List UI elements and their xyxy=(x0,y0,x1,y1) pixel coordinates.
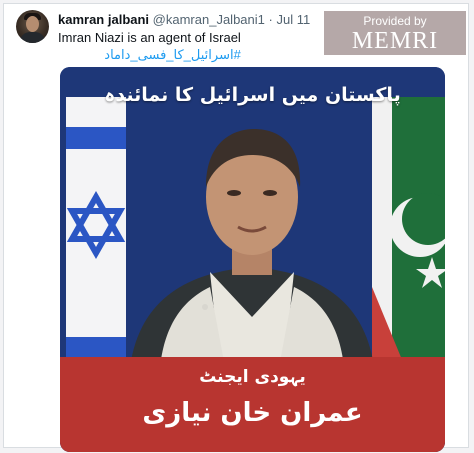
pakistan-flag xyxy=(372,97,445,367)
tweet-date[interactable]: Jul 11 xyxy=(276,12,310,27)
avatar-shirt xyxy=(20,32,45,43)
provided-by-label: Provided by xyxy=(363,14,427,28)
banner-subtitle: یہودی ایجنٹ xyxy=(199,367,306,387)
tweet-card[interactable]: kamran jalbani @kamran_Jalbani1 · Jul 11… xyxy=(3,3,469,452)
tweet-header: kamran jalbani @kamran_Jalbani1 · Jul 11 xyxy=(58,12,310,28)
memri-logo: MEMRI xyxy=(351,28,439,54)
banner-title: عمران خان نیازی xyxy=(142,398,363,428)
display-name[interactable]: kamran jalbani xyxy=(58,12,149,27)
memri-watermark: Provided by MEMRI xyxy=(324,11,466,55)
tweet-media-image[interactable]: پاکستان میں اسرائیل کا نمائندہ یہودی ایج… xyxy=(60,67,445,452)
user-handle[interactable]: @kamran_Jalbani1 xyxy=(153,12,265,27)
avatar[interactable] xyxy=(16,10,49,43)
tweet-text: Imran Niazi is an agent of Israel xyxy=(58,30,241,45)
tweet-body: Imran Niazi is an agent of Israel #اسرائ… xyxy=(58,29,241,63)
bottom-red-banner: یہودی ایجنٹ عمران خان نیازی xyxy=(60,357,445,452)
hashtag-link[interactable]: #اسرائیل_کا_فسی_داماد xyxy=(58,46,241,63)
separator-dot: · xyxy=(268,12,273,27)
israel-flag xyxy=(66,97,126,367)
avatar-face xyxy=(26,16,39,32)
top-urdu-caption: پاکستان میں اسرائیل کا نمائندہ xyxy=(104,84,401,106)
